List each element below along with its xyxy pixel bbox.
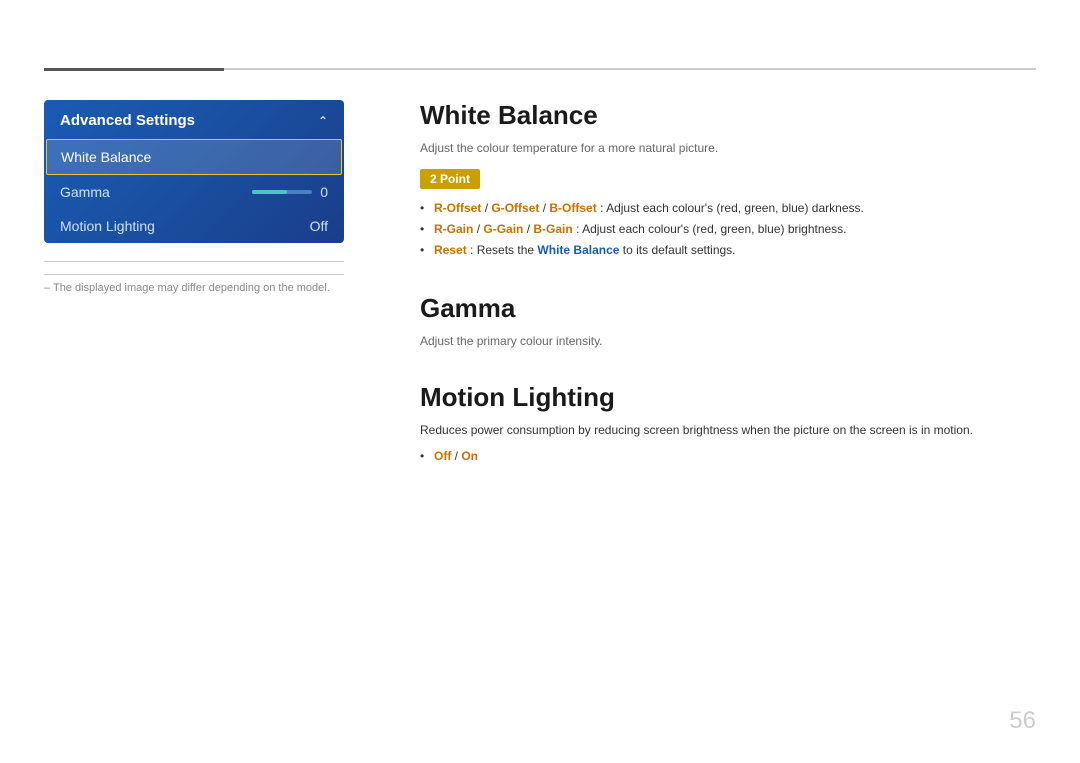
r-offset-link: R-Offset <box>434 201 481 215</box>
motion-lighting-bullets: Off / On <box>420 447 1036 466</box>
b-gain-link: B-Gain <box>533 222 572 236</box>
gamma-description: Adjust the primary colour intensity. <box>420 332 1036 350</box>
sidebar-item-label: White Balance <box>61 149 151 165</box>
sidebar-item-white-balance[interactable]: White Balance <box>46 139 342 175</box>
white-balance-link: White Balance <box>537 243 619 257</box>
white-balance-title: White Balance <box>420 100 1036 131</box>
b-offset-link: B-Offset <box>549 201 596 215</box>
chevron-up-icon[interactable]: ⌃ <box>318 114 328 128</box>
bullet-off-on: Off / On <box>420 447 1036 466</box>
sidebar-note: – The displayed image may differ dependi… <box>44 261 344 296</box>
gamma-value: 0 <box>320 184 328 200</box>
sidebar-motion-value: Off <box>310 218 328 234</box>
reset-desc-1: : Resets the <box>470 243 537 257</box>
on-link: On <box>461 449 478 463</box>
gamma-fill <box>252 190 287 194</box>
white-balance-section: White Balance Adjust the colour temperat… <box>420 100 1036 261</box>
reset-desc-2: to its default settings. <box>623 243 736 257</box>
main-content: White Balance Adjust the colour temperat… <box>420 100 1036 498</box>
reset-link: Reset <box>434 243 467 257</box>
white-balance-description: Adjust the colour temperature for a more… <box>420 139 1036 157</box>
motion-lighting-title: Motion Lighting <box>420 382 1036 413</box>
r-gain-link: R-Gain <box>434 222 473 236</box>
sidebar: Advanced Settings ⌃ White Balance Gamma … <box>44 100 344 296</box>
sidebar-note-text: – The displayed image may differ dependi… <box>44 281 344 296</box>
bullet-r-gain-g-gain-b-gain: R-Gain / G-Gain / B-Gain : Adjust each c… <box>420 220 1036 239</box>
sidebar-title: Advanced Settings <box>60 112 195 129</box>
bullet-reset: Reset : Resets the White Balance to its … <box>420 241 1036 260</box>
white-balance-bullets: R-Offset / G-Offset / B-Offset : Adjust … <box>420 199 1036 261</box>
g-offset-link: G-Offset <box>491 201 539 215</box>
off-link: Off <box>434 449 451 463</box>
sidebar-item-gamma[interactable]: Gamma 0 <box>44 175 344 209</box>
gamma-title: Gamma <box>420 293 1036 324</box>
motion-lighting-section: Motion Lighting Reduces power consumptio… <box>420 382 1036 466</box>
motion-lighting-description: Reduces power consumption by reducing sc… <box>420 421 1036 439</box>
sidebar-gamma-label: Gamma <box>60 184 110 200</box>
sidebar-panel: Advanced Settings ⌃ White Balance Gamma … <box>44 100 344 243</box>
g-gain-link: G-Gain <box>483 222 523 236</box>
gamma-track <box>252 190 312 194</box>
sidebar-item-motion-lighting[interactable]: Motion Lighting Off <box>44 209 344 243</box>
sidebar-header: Advanced Settings ⌃ <box>44 100 344 139</box>
offset-desc: : Adjust each colour's (red, green, blue… <box>600 201 864 215</box>
gamma-section: Gamma Adjust the primary colour intensit… <box>420 293 1036 350</box>
gamma-slider-area: 0 <box>252 184 328 200</box>
two-point-badge: 2 Point <box>420 169 480 189</box>
bullet-r-offset-g-offset-b-offset: R-Offset / G-Offset / B-Offset : Adjust … <box>420 199 1036 218</box>
top-divider-dark <box>44 68 224 71</box>
sidebar-motion-label: Motion Lighting <box>60 218 155 234</box>
page-number: 56 <box>1009 707 1036 735</box>
gain-desc: : Adjust each colour's (red, green, blue… <box>576 222 846 236</box>
sidebar-divider <box>44 274 344 275</box>
